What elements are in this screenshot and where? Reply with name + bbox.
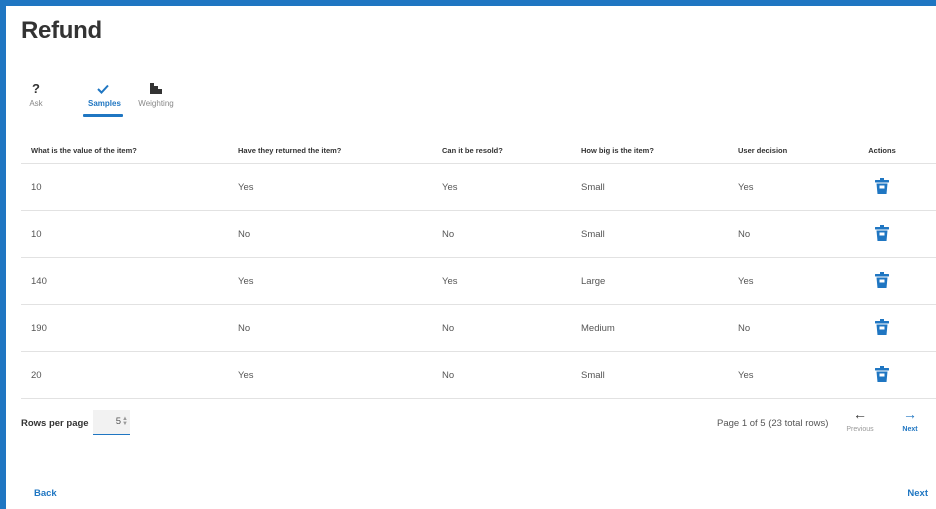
active-tab-indicator: [83, 114, 123, 117]
cell-returned: No: [228, 304, 432, 352]
tab-label: Ask: [29, 99, 43, 108]
next-page-button[interactable]: → Next: [896, 406, 924, 433]
cell-value: 140: [21, 257, 228, 305]
arrow-left-icon: ←: [853, 406, 867, 422]
tab-ask[interactable]: ? Ask: [24, 80, 48, 108]
column-header-value[interactable]: What is the value of the item?: [21, 138, 228, 164]
tab-weighting[interactable]: Weighting: [138, 80, 174, 108]
table-row: 20 Yes No Small Yes: [21, 351, 936, 399]
cell-actions: [842, 304, 936, 352]
column-header-size[interactable]: How big is the item?: [571, 138, 728, 164]
next-button[interactable]: Next: [907, 488, 928, 499]
trash-icon[interactable]: [875, 224, 889, 244]
cell-resold: Yes: [432, 163, 571, 211]
page-title: Refund: [21, 17, 102, 44]
tab-label: Samples: [88, 99, 121, 108]
samples-table: What is the value of the item? Have they…: [21, 138, 936, 399]
back-button[interactable]: Back: [34, 488, 57, 499]
cell-decision: No: [728, 210, 842, 258]
cell-returned: Yes: [228, 351, 432, 399]
check-icon: [88, 80, 118, 97]
cell-size: Large: [571, 257, 728, 305]
rows-per-page-input[interactable]: 5 ▲ ▼: [93, 410, 130, 435]
cell-value: 190: [21, 304, 228, 352]
cell-returned: Yes: [228, 163, 432, 211]
cell-actions: [842, 351, 936, 399]
bar-chart-icon: [138, 80, 174, 97]
cell-actions: [842, 257, 936, 305]
window-left-border: [0, 0, 6, 509]
cell-size: Small: [571, 351, 728, 399]
cell-value: 10: [21, 210, 228, 258]
table-row: 190 No No Medium No: [21, 304, 936, 352]
trash-icon[interactable]: [875, 365, 889, 385]
trash-icon[interactable]: [875, 177, 889, 197]
column-header-actions: Actions: [842, 138, 936, 164]
cell-decision: No: [728, 304, 842, 352]
cell-resold: No: [432, 304, 571, 352]
table-row: 10 No No Small No: [21, 210, 936, 258]
cell-returned: No: [228, 210, 432, 258]
cell-actions: [842, 163, 936, 211]
rows-per-page-value: 5: [115, 416, 121, 427]
cell-resold: Yes: [432, 257, 571, 305]
column-header-resold[interactable]: Can it be resold?: [432, 138, 571, 164]
table-row: 10 Yes Yes Small Yes: [21, 163, 936, 211]
tab-label: Weighting: [138, 99, 174, 108]
table-header-row: What is the value of the item? Have they…: [21, 138, 936, 164]
cell-size: Small: [571, 163, 728, 211]
previous-page-button[interactable]: ← Previous: [842, 406, 878, 433]
cell-value: 20: [21, 351, 228, 399]
cell-decision: Yes: [728, 163, 842, 211]
trash-icon[interactable]: [875, 318, 889, 338]
cell-size: Medium: [571, 304, 728, 352]
question-icon: ?: [32, 81, 40, 96]
cell-actions: [842, 210, 936, 258]
previous-label: Previous: [846, 426, 874, 433]
column-header-decision[interactable]: User decision: [728, 138, 842, 164]
window-top-border: [0, 0, 936, 6]
tab-samples[interactable]: Samples: [83, 80, 123, 117]
table-body: 10 Yes Yes Small Yes 10 No No Small No 140 Yes Yes La…: [21, 163, 936, 399]
cell-resold: No: [432, 351, 571, 399]
cell-decision: Yes: [728, 351, 842, 399]
cell-resold: No: [432, 210, 571, 258]
column-header-returned[interactable]: Have they returned the item?: [228, 138, 432, 164]
table-row: 140 Yes Yes Large Yes: [21, 257, 936, 305]
cell-decision: Yes: [728, 257, 842, 305]
stepper-icon[interactable]: ▲ ▼: [122, 416, 128, 427]
cell-size: Small: [571, 210, 728, 258]
next-page-label: Next: [902, 426, 918, 433]
rows-per-page-label: Rows per page: [21, 418, 89, 429]
arrow-right-icon: →: [903, 406, 917, 422]
page-info: Page 1 of 5 (23 total rows): [717, 418, 829, 429]
cell-returned: Yes: [228, 257, 432, 305]
trash-icon[interactable]: [875, 271, 889, 291]
cell-value: 10: [21, 163, 228, 211]
